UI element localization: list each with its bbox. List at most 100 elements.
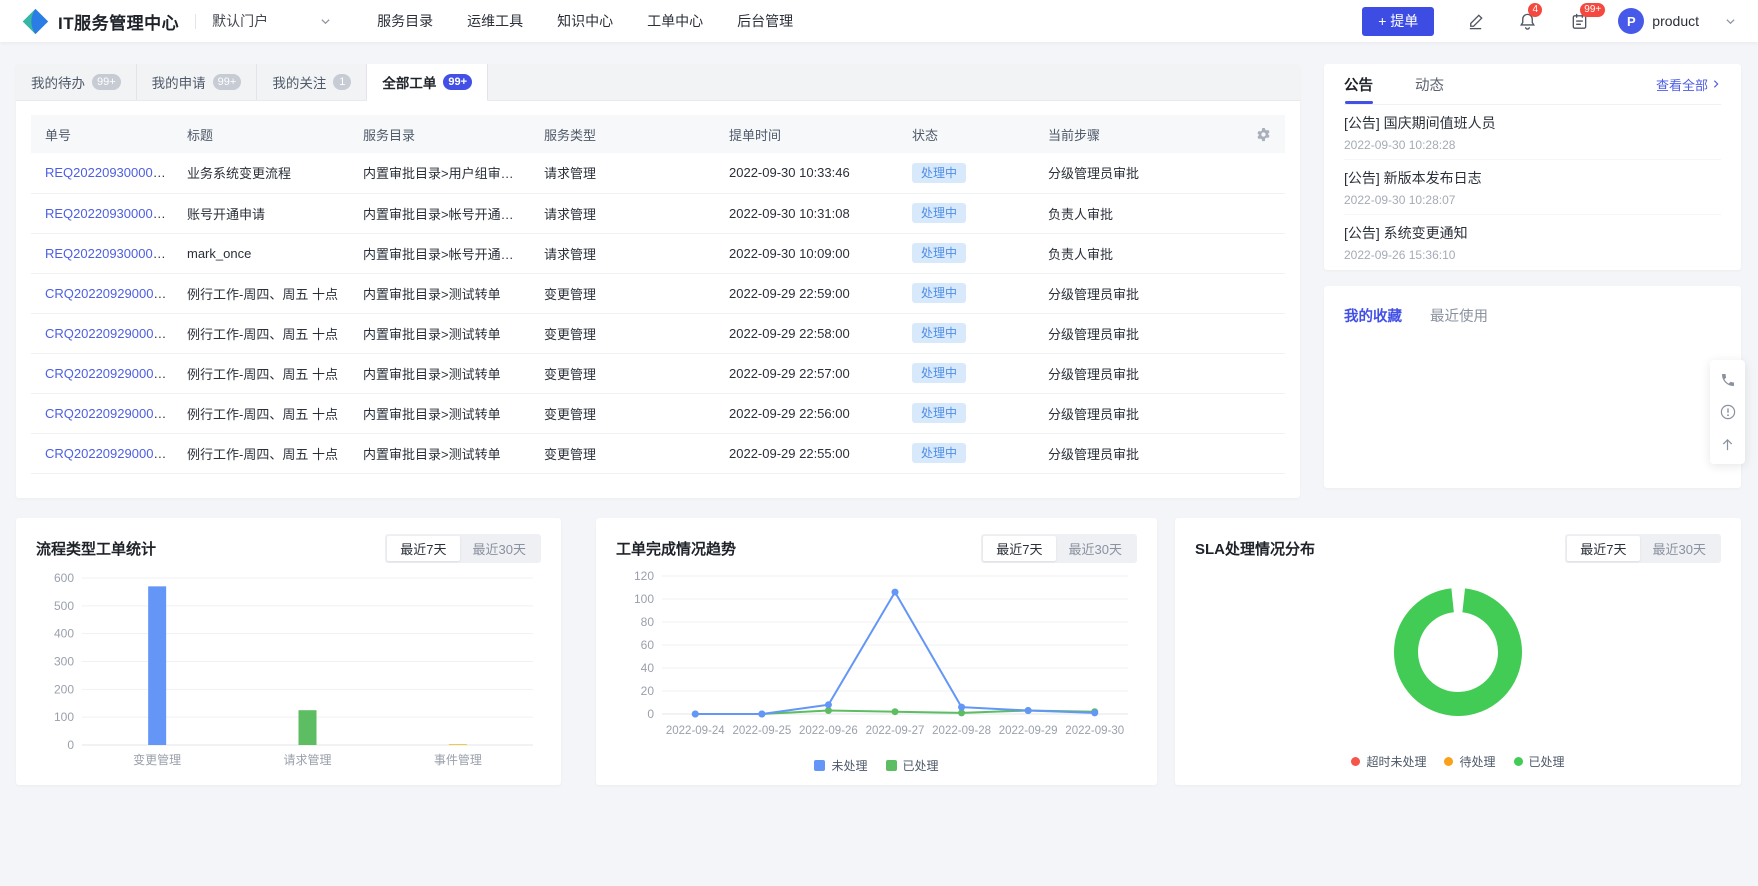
cell-ticket-id: CRQ20220929000063 <box>31 313 173 353</box>
svg-text:100: 100 <box>634 592 654 606</box>
workorders-table: 单号 标题 服务目录 服务类型 提单时间 状态 当前步骤 REQ20220930… <box>31 115 1285 474</box>
svg-text:0: 0 <box>67 738 74 752</box>
notice-title[interactable]: [公告] 系统变更通知 <box>1344 223 1721 243</box>
submit-ticket-button[interactable]: + 提单 <box>1362 7 1434 36</box>
legend-item[interactable]: 已处理 <box>1514 753 1565 770</box>
todo-button[interactable]: 99+ <box>1568 10 1590 32</box>
cell-title: 例行工作-周四、周五 十点 <box>173 433 349 473</box>
cell-time: 2022-09-30 10:31:08 <box>715 193 898 233</box>
cell-ticket-id: REQ20220930000001 <box>31 233 173 273</box>
view-all-label: 查看全部 <box>1656 75 1708 94</box>
legend-swatch <box>886 760 897 771</box>
ticket-link[interactable]: REQ20220930000001 <box>45 246 173 261</box>
cell-actions <box>1224 393 1285 433</box>
ticket-link[interactable]: CRQ20220929000063 <box>45 326 173 341</box>
ticket-link[interactable]: CRQ20220929000062 <box>45 366 173 381</box>
legend-item[interactable]: 未处理 <box>814 757 867 774</box>
portal-selector-label: 默认门户 <box>212 11 268 31</box>
range-button[interactable]: 最近30天 <box>460 536 539 561</box>
cell-time: 2022-09-29 22:57:00 <box>715 353 898 393</box>
range-button[interactable]: 最近7天 <box>1567 536 1639 561</box>
todo-badge: 99+ <box>1580 3 1605 17</box>
range-button[interactable]: 最近30天 <box>1056 536 1135 561</box>
svg-text:200: 200 <box>54 682 74 696</box>
notifications-button[interactable]: 4 <box>1516 10 1538 32</box>
svg-text:60: 60 <box>641 638 655 652</box>
cell-ticket-id: CRQ20220929000064 <box>31 273 173 313</box>
favorites-panel: 我的收藏 最近使用 <box>1324 286 1741 488</box>
tab-activity[interactable]: 动态 <box>1415 64 1444 104</box>
cell-type: 请求管理 <box>530 193 715 233</box>
cell-catalog: 内置审批目录>测试转单 <box>349 433 530 473</box>
range-button[interactable]: 最近7天 <box>983 536 1055 561</box>
svg-text:2022-09-30: 2022-09-30 <box>1065 725 1124 737</box>
chart-card-process-type: 流程类型工单统计 最近7天最近30天 0100200300400500600变更… <box>16 518 561 785</box>
svg-text:20: 20 <box>641 684 655 698</box>
ticket-link[interactable]: REQ20220930000002 <box>45 206 173 221</box>
notice-time: 2022-09-30 10:28:28 <box>1344 138 1721 152</box>
legend-item[interactable]: 超时未处理 <box>1351 753 1426 770</box>
table-row: REQ20220930000001mark_once内置审批目录>帐号开通申请请… <box>31 233 1285 273</box>
workorder-tab[interactable]: 我的待办99+ <box>16 64 137 100</box>
table-header-row: 单号 标题 服务目录 服务类型 提单时间 状态 当前步骤 <box>31 115 1285 153</box>
workorder-tab[interactable]: 我的关注1 <box>257 64 367 100</box>
cell-actions <box>1224 353 1285 393</box>
nav-item[interactable]: 运维工具 <box>467 11 523 31</box>
svg-text:事件管理: 事件管理 <box>434 752 482 767</box>
nav-item[interactable]: 知识中心 <box>557 11 613 31</box>
cell-catalog: 内置审批目录>用户组审批... <box>349 153 530 193</box>
workorder-tab[interactable]: 我的申请99+ <box>137 64 258 100</box>
user-menu-chevron-icon[interactable] <box>1725 16 1736 27</box>
range-toggle: 最近7天最近30天 <box>981 534 1137 563</box>
svg-text:600: 600 <box>54 571 74 585</box>
svg-text:2022-09-24: 2022-09-24 <box>666 725 725 737</box>
svg-text:120: 120 <box>634 569 654 583</box>
workorder-tab-label: 我的待办 <box>31 72 85 92</box>
compose-button[interactable] <box>1464 10 1486 32</box>
table-row: CRQ20220929000062例行工作-周四、周五 十点内置审批目录>测试转… <box>31 353 1285 393</box>
tab-my-favorites[interactable]: 我的收藏 <box>1344 305 1402 326</box>
legend-label: 待处理 <box>1459 753 1495 770</box>
cell-type: 变更管理 <box>530 393 715 433</box>
range-button[interactable]: 最近7天 <box>387 536 459 561</box>
cell-time: 2022-09-30 10:09:00 <box>715 233 898 273</box>
cell-ticket-id: CRQ20220929000061 <box>31 393 173 433</box>
col-header-catalog: 服务目录 <box>349 115 530 153</box>
col-header-time: 提单时间 <box>715 115 898 153</box>
workorder-tab[interactable]: 全部工单99+ <box>367 64 488 101</box>
line-chart: 0204060801001202022-09-242022-09-252022-… <box>596 562 1157 774</box>
cell-actions <box>1224 273 1285 313</box>
cell-status: 处理中 <box>898 153 1034 193</box>
portal-selector[interactable]: 默认门户 <box>212 11 331 31</box>
avatar[interactable]: P <box>1618 8 1644 34</box>
notice-title[interactable]: [公告] 新版本发布日志 <box>1344 168 1721 188</box>
back-to-top-button[interactable] <box>1714 430 1742 458</box>
ticket-link[interactable]: REQ20220930000003 <box>45 165 173 180</box>
cell-title: 例行工作-周四、周五 十点 <box>173 353 349 393</box>
gear-icon[interactable] <box>1256 127 1271 142</box>
float-toolbar <box>1710 360 1745 464</box>
range-button[interactable]: 最近30天 <box>1640 536 1719 561</box>
tab-activity-label: 动态 <box>1415 74 1444 95</box>
legend-label: 已处理 <box>903 757 939 774</box>
tab-announcements[interactable]: 公告 <box>1344 64 1373 104</box>
cell-ticket-id: REQ20220930000003 <box>31 153 173 193</box>
view-all-link[interactable]: 查看全部 <box>1656 75 1721 94</box>
legend-item[interactable]: 已处理 <box>886 757 939 774</box>
help-button[interactable] <box>1714 398 1742 426</box>
svg-text:500: 500 <box>54 599 74 613</box>
tab-recently-used[interactable]: 最近使用 <box>1430 305 1488 326</box>
nav-item[interactable]: 工单中心 <box>647 11 703 31</box>
cell-actions <box>1224 233 1285 273</box>
ticket-link[interactable]: CRQ20220929000064 <box>45 286 173 301</box>
cell-type: 请求管理 <box>530 153 715 193</box>
contact-button[interactable] <box>1714 366 1742 394</box>
ticket-link[interactable]: CRQ20220929000060 <box>45 446 173 461</box>
cell-catalog: 内置审批目录>帐号开通申请 <box>349 233 530 273</box>
notice-title[interactable]: [公告] 国庆期间值班人员 <box>1344 113 1721 133</box>
status-badge: 处理中 <box>912 323 966 343</box>
ticket-link[interactable]: CRQ20220929000061 <box>45 406 173 421</box>
legend-item[interactable]: 待处理 <box>1444 753 1495 770</box>
nav-item[interactable]: 后台管理 <box>737 11 793 31</box>
nav-item[interactable]: 服务目录 <box>377 11 433 31</box>
